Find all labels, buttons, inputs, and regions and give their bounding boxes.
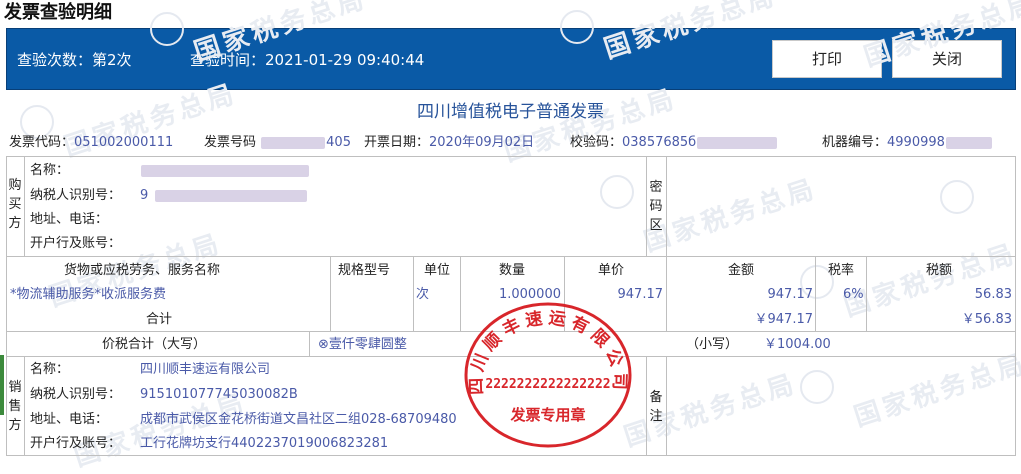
- seller-name: 四川顺丰速运有限公司: [140, 362, 271, 377]
- seller-bank-label: 开户行及账号：: [30, 436, 122, 451]
- item-amount: 947.17: [767, 287, 814, 302]
- seller-name-label: 名称：: [30, 362, 70, 377]
- col-header-rate: 税率: [828, 263, 855, 278]
- col-header-amount: 金额: [728, 263, 755, 278]
- total-label: 价税合计（大写）: [102, 337, 207, 352]
- total-small-value: ￥1004.00: [764, 337, 831, 352]
- check-time: 查验时间：2021-01-29 09:40:44: [190, 51, 425, 69]
- invoice-number: 发票号码 405: [204, 134, 351, 152]
- item-name: *物流辅助服务*收派服务费: [10, 287, 167, 302]
- invoice-code: 发票代码：051002000111: [9, 134, 173, 152]
- col-header-unit: 单位: [424, 263, 451, 278]
- item-rate: 6%: [843, 287, 864, 302]
- seller-section-label: 销售方: [8, 380, 22, 433]
- check-code-value: 03857685б: [622, 135, 697, 150]
- subtotal-tax: ￥56.83: [961, 312, 1012, 327]
- header-bar: 查验次数：第2次 查验时间：2021-01-29 09:40:44 打印 关闭: [6, 28, 1016, 90]
- col-header-tax: 税额: [926, 263, 953, 278]
- item-tax: 56.83: [974, 287, 1012, 302]
- total-in-words: ⊗壹仟零肆圆整: [318, 337, 407, 352]
- invoice-number-value: 405: [326, 135, 351, 150]
- subtotal-label: 合计: [146, 312, 173, 327]
- issue-date-value: 2020年09月02日: [429, 135, 535, 150]
- buyer-section-label: 购买方: [8, 178, 22, 231]
- redacted-mark: [155, 190, 307, 202]
- side-handle: [0, 355, 4, 415]
- buyer-name-label: 名称：: [30, 163, 70, 178]
- redacted-mark: [261, 136, 326, 149]
- machine-number-value: 4990998: [887, 135, 945, 150]
- invoice-title: 四川增值税电子普通发票: [417, 102, 604, 122]
- buyer-tax-id-label: 纳税人识别号：: [30, 188, 122, 203]
- remarks-label: 备注: [649, 390, 663, 424]
- redacted-mark: [697, 136, 778, 149]
- seller-address-label: 地址、电话：: [30, 412, 109, 427]
- machine-number-label: 机器编号：: [822, 135, 888, 150]
- check-count: 查验次数：第2次: [17, 51, 132, 69]
- stamp-number: 2222222222222222: [485, 377, 610, 392]
- col-header-price: 单价: [598, 263, 625, 278]
- issue-date-label: 开票日期：: [364, 135, 430, 150]
- invoice-code-label: 发票代码：: [9, 135, 75, 150]
- subtotal-amount: ￥947.17: [754, 312, 814, 327]
- invoice-code-value: 051002000111: [74, 135, 174, 150]
- buyer-bank-label: 开户行及账号：: [30, 236, 122, 251]
- col-header-qty: 数量: [499, 263, 526, 278]
- stamp-footer: 发票专用章: [509, 406, 585, 424]
- total-small-label: （小写）: [686, 337, 739, 352]
- buyer-tax-id-prefix: 9: [140, 188, 149, 203]
- machine-number: 机器编号：4990998: [822, 134, 993, 152]
- col-header-spec: 规格型号: [338, 263, 391, 278]
- check-code-label: 校验码：: [570, 135, 623, 150]
- seller-tax-id: 915101077745030082B: [140, 387, 298, 402]
- buyer-address-label: 地址、电话：: [30, 212, 109, 227]
- invoice-number-label: 发票号码: [204, 135, 257, 150]
- seller-tax-id-label: 纳税人识别号：: [30, 387, 122, 402]
- print-button[interactable]: 打印: [772, 40, 882, 78]
- page-title: 发票查验明细: [4, 2, 112, 23]
- redacted-mark: [141, 165, 309, 177]
- seller-bank: 工行花牌坊支行4402237019006823281: [140, 436, 389, 451]
- item-unit: 次: [416, 287, 430, 302]
- seller-address: 成都市武侯区金花桥街道文昌社区二组028-68709480: [140, 412, 457, 427]
- password-area-label: 密码区: [649, 180, 663, 233]
- close-button[interactable]: 关闭: [892, 40, 1002, 78]
- col-header-name: 货物或应税劳务、服务名称: [64, 263, 221, 278]
- invoice-stamp: 四川顺丰速运有限公司 2222222222222222 发票专用章: [464, 302, 632, 448]
- issue-date: 开票日期：2020年09月02日: [364, 134, 534, 152]
- check-code: 校验码：03857685б: [570, 134, 778, 152]
- redacted-mark: [945, 136, 992, 149]
